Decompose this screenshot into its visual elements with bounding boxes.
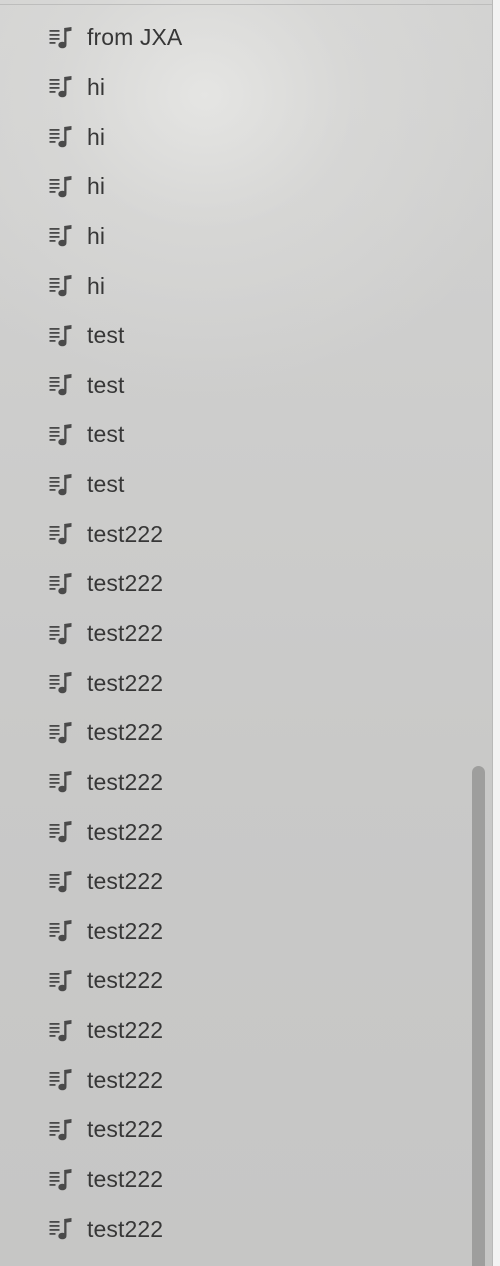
sidebar-item-playlist[interactable]: test222	[0, 1006, 470, 1056]
playlist-label: hi	[87, 123, 106, 150]
playlist-label: test222	[87, 1066, 164, 1093]
sidebar-item-playlist[interactable]: test222	[0, 509, 470, 559]
playlist-icon	[49, 324, 73, 348]
sidebar-item-playlist[interactable]: test222	[0, 1155, 470, 1205]
playlist-icon	[49, 1068, 73, 1092]
playlist-icon	[49, 522, 73, 546]
playlist-label: hi	[87, 73, 106, 100]
playlist-icon	[49, 622, 73, 646]
playlist-label: test222	[87, 620, 164, 646]
playlist-icon	[49, 820, 73, 844]
window-edge	[492, 0, 500, 1266]
playlist-icon	[49, 1217, 73, 1241]
playlist-icon	[49, 175, 73, 199]
playlist-label: test	[87, 322, 125, 349]
playlist-label: test222	[87, 917, 164, 944]
sidebar-item-playlist[interactable]: test222	[0, 807, 470, 857]
playlist-label: test222	[87, 967, 164, 994]
sidebar-item-playlist[interactable]: test	[0, 360, 470, 410]
sidebar-top-divider	[0, 0, 492, 5]
playlist-icon	[49, 870, 73, 894]
sidebar-item-playlist[interactable]: hi	[0, 112, 470, 162]
sidebar-item-playlist[interactable]: test222	[0, 559, 470, 609]
playlist-icon	[49, 1168, 73, 1192]
playlist-label: test222	[87, 1116, 164, 1143]
playlist-label: test	[87, 421, 125, 448]
sidebar-item-playlist[interactable]: test222	[0, 609, 470, 659]
sidebar-item-playlist[interactable]: test	[0, 311, 470, 361]
sidebar-item-playlist[interactable]: hi	[0, 212, 470, 262]
playlist-label: test	[87, 371, 125, 398]
playlist-icon	[49, 125, 73, 149]
sidebar-item-playlist[interactable]: test222	[0, 658, 470, 708]
sidebar-item-playlist[interactable]: test222	[0, 708, 470, 758]
playlist-label: test222	[87, 1215, 164, 1242]
playlist-icon	[49, 919, 73, 943]
playlist-icon	[49, 969, 73, 993]
playlist-icon	[49, 473, 73, 497]
playlist-icon	[49, 274, 73, 298]
playlist-label: test222	[87, 570, 164, 597]
sidebar-item-playlist[interactable]: test222	[0, 1055, 470, 1105]
playlist-label: test222	[87, 520, 164, 547]
playlist-label: from JXA	[87, 24, 183, 51]
playlist-icon	[49, 671, 73, 695]
playlist-icon	[49, 75, 73, 99]
sidebar-item-playlist[interactable]: test222	[0, 1204, 470, 1254]
playlist-label: test222	[87, 1017, 164, 1044]
playlist-label: test	[87, 471, 125, 498]
playlist-label: test222	[87, 719, 164, 746]
sidebar-item-playlist[interactable]: test222	[0, 758, 470, 808]
playlist-label: test222	[87, 818, 164, 845]
sidebar-item-playlist[interactable]: hi	[0, 63, 470, 113]
sidebar-item-playlist[interactable]: hi	[0, 162, 470, 212]
sidebar-item-playlist[interactable]: test222	[0, 956, 470, 1006]
sidebar-item-playlist[interactable]: test	[0, 460, 470, 510]
playlist-label: test222	[87, 669, 164, 696]
playlist-icon	[49, 572, 73, 596]
playlist-label: test222	[87, 868, 164, 895]
sidebar-item-playlist[interactable]: test222	[0, 907, 470, 957]
playlist-label: test222	[87, 1166, 164, 1193]
playlist-icon	[49, 224, 73, 248]
playlist-label: hi	[87, 222, 106, 249]
playlist-icon	[49, 770, 73, 794]
scrollbar-thumb[interactable]	[472, 766, 485, 1266]
playlist-icon	[49, 1118, 73, 1142]
playlist-icon	[49, 1019, 73, 1043]
playlist-label: hi	[87, 272, 106, 299]
playlist-icon	[49, 373, 73, 397]
playlist-label: hi	[87, 173, 106, 200]
playlist-list: from JXA hi hi hi hi hi test test test t…	[0, 13, 470, 1254]
sidebar-item-playlist[interactable]: test222	[0, 857, 470, 907]
sidebar: from JXA hi hi hi hi hi test test test t…	[0, 0, 492, 1266]
playlist-icon	[49, 423, 73, 447]
sidebar-item-playlist[interactable]: from JXA	[0, 13, 470, 63]
playlist-icon	[49, 721, 73, 745]
playlist-icon	[49, 26, 73, 50]
playlist-label: test222	[87, 768, 164, 795]
sidebar-item-playlist[interactable]: hi	[0, 261, 470, 311]
sidebar-item-playlist[interactable]: test	[0, 410, 470, 460]
sidebar-item-playlist[interactable]: test222	[0, 1105, 470, 1155]
